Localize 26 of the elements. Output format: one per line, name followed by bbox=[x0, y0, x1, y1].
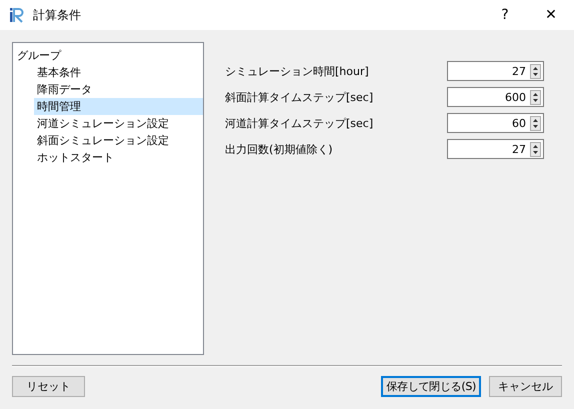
tree-item[interactable]: 降雨データ bbox=[34, 81, 203, 98]
logo-icon bbox=[9, 7, 25, 23]
spinner-icon[interactable] bbox=[530, 116, 541, 130]
spinner-icon[interactable] bbox=[530, 142, 541, 156]
window-title: 計算条件 bbox=[33, 6, 81, 24]
number-field[interactable]: 27 bbox=[447, 61, 544, 81]
tree-item[interactable]: 河道シミュレーション設定 bbox=[34, 115, 203, 132]
number-field[interactable]: 600 bbox=[447, 87, 544, 107]
tree-item[interactable]: 時間管理 bbox=[34, 98, 203, 115]
help-button[interactable]: ? bbox=[482, 0, 528, 30]
number-field[interactable]: 60 bbox=[447, 113, 544, 133]
field-label: 出力回数(初期値除く) bbox=[225, 142, 334, 156]
spinner-icon[interactable] bbox=[530, 90, 541, 104]
spinner-icon[interactable] bbox=[530, 64, 541, 78]
dialog-button[interactable]: リセット bbox=[12, 376, 85, 397]
dialog-button[interactable]: キャンセル bbox=[489, 376, 562, 397]
field-label: 河道計算タイムステップ[sec] bbox=[225, 116, 374, 130]
tree-item[interactable]: 基本条件 bbox=[34, 64, 203, 81]
dialog-button[interactable]: 保存して閉じる(S) bbox=[381, 376, 481, 397]
number-field[interactable]: 27 bbox=[447, 139, 544, 159]
tree-item[interactable]: 斜面シミュレーション設定 bbox=[34, 132, 203, 149]
field-label: 斜面計算タイムステップ[sec] bbox=[225, 90, 374, 104]
tree-item[interactable]: グループ bbox=[13, 47, 203, 64]
tree-item[interactable]: ホットスタート bbox=[34, 149, 203, 166]
field-label: シミュレーション時間[hour] bbox=[225, 64, 370, 78]
close-button[interactable]: ✕ bbox=[528, 0, 574, 30]
